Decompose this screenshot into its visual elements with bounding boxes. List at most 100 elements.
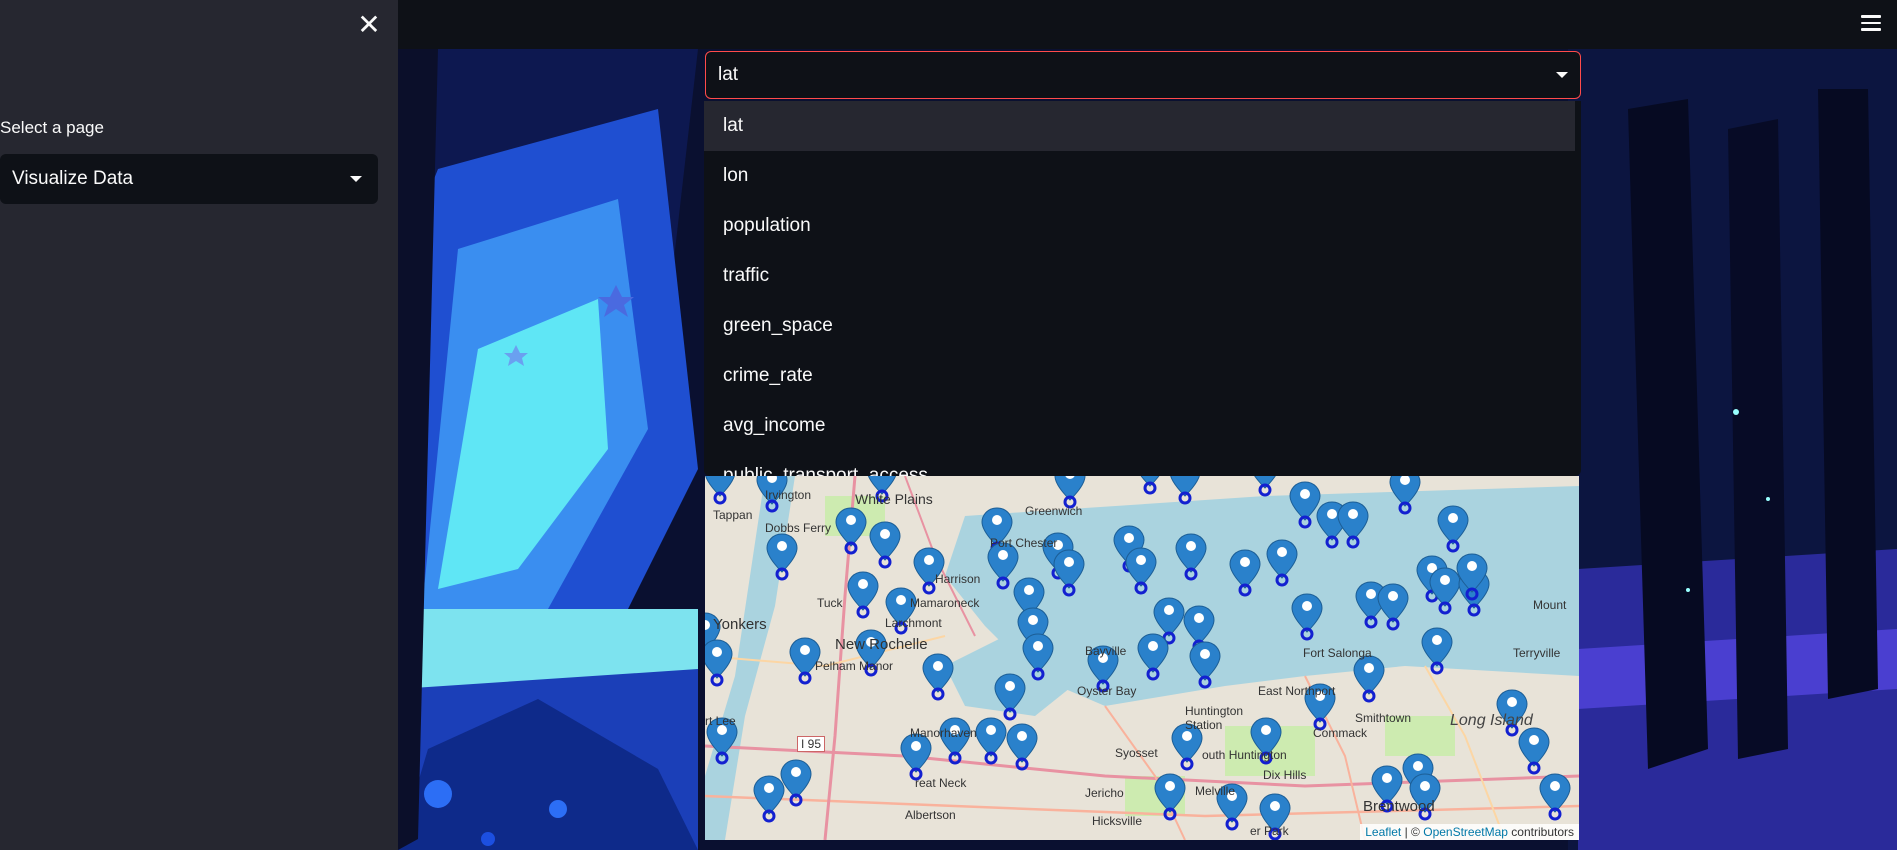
map-label: Melville bbox=[1195, 784, 1236, 798]
map-marker-icon[interactable] bbox=[705, 639, 733, 687]
map-marker-icon[interactable] bbox=[1175, 533, 1207, 581]
page-select-label: Select a page bbox=[0, 118, 104, 137]
map-marker-icon[interactable] bbox=[1154, 773, 1186, 821]
column-select-value: lat bbox=[718, 64, 739, 85]
map-marker-icon[interactable] bbox=[1053, 549, 1085, 597]
map-label: Terryville bbox=[1513, 646, 1561, 660]
chevron-down-icon bbox=[1556, 72, 1568, 78]
map-label: East Northport bbox=[1258, 684, 1336, 698]
map-marker-icon[interactable] bbox=[913, 547, 945, 595]
hamburger-menu-icon[interactable] bbox=[1861, 15, 1881, 31]
map-label: Hicksville bbox=[1092, 814, 1143, 828]
map-label: Commack bbox=[1313, 726, 1368, 740]
map-marker-icon[interactable] bbox=[835, 507, 867, 555]
map-label: White Plains bbox=[855, 491, 933, 507]
main-area: Tappan Irvington White Plains Greenwich … bbox=[398, 0, 1897, 850]
map-label: rt Lee bbox=[705, 714, 736, 728]
map-marker-icon[interactable] bbox=[1539, 773, 1571, 821]
map-label: outh Huntington bbox=[1202, 748, 1287, 762]
dropdown-option[interactable]: avg_income bbox=[704, 401, 1581, 451]
map-marker-icon[interactable] bbox=[1250, 476, 1280, 497]
chevron-down-icon bbox=[350, 176, 362, 182]
map-marker-icon[interactable] bbox=[939, 717, 971, 765]
marker-layer bbox=[705, 476, 1571, 840]
map-label: er Park bbox=[1250, 824, 1289, 838]
map-marker-icon[interactable] bbox=[1006, 723, 1038, 771]
map-label: New Rochelle bbox=[835, 636, 928, 653]
map-label: I 95 bbox=[797, 736, 826, 752]
map-marker-icon[interactable] bbox=[753, 775, 785, 823]
map-marker-icon[interactable] bbox=[1125, 547, 1157, 595]
close-icon[interactable]: ✕ bbox=[356, 11, 382, 39]
map-marker-icon[interactable] bbox=[847, 571, 879, 619]
map-marker-icon[interactable] bbox=[1337, 501, 1369, 549]
map-marker-icon[interactable] bbox=[869, 521, 901, 569]
map-marker-icon[interactable] bbox=[1135, 476, 1165, 495]
sidebar: ✕ Select a page Visualize Data bbox=[0, 0, 398, 850]
map-marker-icon[interactable] bbox=[1054, 476, 1086, 509]
dropdown-option[interactable]: lat bbox=[704, 101, 1575, 151]
map-marker-icon[interactable] bbox=[1189, 641, 1221, 689]
map-label: Huntington Station bbox=[1185, 704, 1244, 732]
map-marker-icon[interactable] bbox=[1437, 505, 1469, 553]
map-marker-icon[interactable] bbox=[1137, 633, 1169, 681]
map-label: Long Island bbox=[1450, 712, 1533, 729]
map-label: Port Chester bbox=[990, 536, 1058, 550]
map-label: Pelham Manor bbox=[815, 659, 894, 673]
map-marker-icon[interactable] bbox=[1266, 539, 1298, 587]
map-label: Tuck bbox=[817, 596, 843, 610]
map-marker-icon[interactable] bbox=[900, 733, 932, 781]
map-label: Dobbs Ferry bbox=[765, 521, 832, 535]
map-label: Manorhaven bbox=[910, 726, 977, 740]
map-marker-icon[interactable] bbox=[1022, 633, 1054, 681]
map-marker-icon[interactable] bbox=[975, 717, 1007, 765]
map-label: Jericho bbox=[1085, 786, 1124, 800]
leaflet-link[interactable]: Leaflet bbox=[1365, 825, 1401, 839]
map-marker-icon[interactable] bbox=[1518, 727, 1550, 775]
map-label: Fort Salonga bbox=[1303, 646, 1372, 660]
map-marker-icon[interactable] bbox=[1377, 583, 1409, 631]
map-marker-icon[interactable] bbox=[1429, 567, 1461, 615]
map-marker-icon[interactable] bbox=[1389, 476, 1421, 515]
map-label: Albertson bbox=[905, 808, 956, 822]
map-marker-icon[interactable] bbox=[705, 476, 735, 505]
map-label: Larchmont bbox=[885, 616, 942, 630]
attribution-contributors: contributors bbox=[1511, 825, 1574, 839]
map-marker-icon[interactable] bbox=[780, 759, 812, 807]
map-label: Oyster Bay bbox=[1077, 684, 1137, 698]
dropdown-option[interactable]: green_space bbox=[704, 301, 1581, 351]
map-marker-icon[interactable] bbox=[1229, 549, 1261, 597]
dropdown-option[interactable]: lon bbox=[704, 151, 1581, 201]
openstreetmap-link[interactable]: OpenStreetMap bbox=[1423, 825, 1508, 839]
map-label: Mount bbox=[1533, 598, 1567, 612]
map-label: Irvington bbox=[765, 488, 812, 502]
page-select-value: Visualize Data bbox=[12, 168, 134, 189]
column-select[interactable]: lat bbox=[705, 51, 1581, 99]
map-marker-icon[interactable] bbox=[994, 673, 1026, 721]
map-attribution: Leaflet | © OpenStreetMap contributors bbox=[1360, 824, 1579, 840]
attribution-separator: | © bbox=[1404, 825, 1420, 839]
map-marker-icon[interactable] bbox=[766, 533, 798, 581]
map-label: Brentwood bbox=[1363, 798, 1435, 815]
map-marker-icon[interactable] bbox=[1421, 627, 1453, 675]
map-marker-icon[interactable] bbox=[1170, 476, 1200, 505]
map-label: Tappan bbox=[713, 508, 753, 522]
map-marker-icon[interactable] bbox=[1353, 655, 1385, 703]
page-select[interactable]: Visualize Data bbox=[0, 154, 378, 204]
map-marker-icon[interactable] bbox=[922, 653, 954, 701]
map-label: Smithtown bbox=[1355, 711, 1412, 725]
map-marker-icon[interactable] bbox=[1291, 593, 1323, 641]
dropdown-option[interactable]: public_transport_access bbox=[704, 451, 1581, 476]
map-label: Harrison bbox=[935, 572, 981, 586]
dropdown-option[interactable]: traffic bbox=[704, 251, 1581, 301]
map-label: Bayville bbox=[1085, 644, 1127, 658]
map-label: Syosset bbox=[1115, 746, 1158, 760]
dropdown-option[interactable]: crime_rate bbox=[704, 351, 1581, 401]
map-label: reat Neck bbox=[915, 776, 967, 790]
map-label: Yonkers bbox=[713, 616, 767, 633]
map-marker-icon[interactable] bbox=[1289, 481, 1321, 529]
dropdown-option[interactable]: population bbox=[704, 201, 1581, 251]
map[interactable]: Tappan Irvington White Plains Greenwich … bbox=[705, 476, 1579, 840]
map-label: Greenwich bbox=[1025, 504, 1083, 518]
map-label: Mamaroneck bbox=[910, 596, 980, 610]
